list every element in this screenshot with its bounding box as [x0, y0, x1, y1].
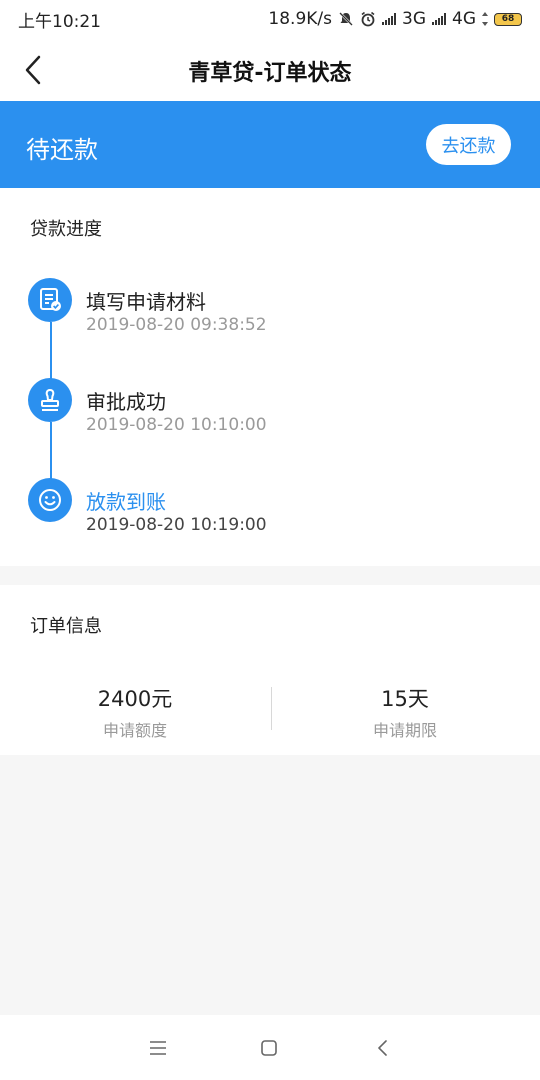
chevron-left-icon: [378, 1040, 387, 1056]
data-arrows-icon: [482, 12, 488, 26]
home-button[interactable]: [256, 1035, 282, 1061]
repay-button[interactable]: 去还款: [426, 124, 511, 165]
amount-label: 申请额度: [102, 721, 167, 740]
step-name-current: 放款到账: [86, 490, 166, 514]
step-icon-disburse: [28, 478, 72, 522]
timeline-connector: [50, 322, 52, 380]
smiley-icon: [39, 489, 61, 511]
system-nav-bar: [0, 1015, 540, 1080]
step-name: 审批成功: [86, 390, 166, 414]
menu-icon: [150, 1041, 166, 1055]
term-label: 申请期限: [372, 721, 437, 740]
order-info-title: 订单信息: [30, 616, 102, 637]
signal-icon: [432, 13, 446, 25]
step-icon-apply: [28, 278, 72, 322]
page-title: 青草贷-订单状态: [188, 61, 352, 86]
loan-progress-card: [0, 188, 540, 566]
status-bar: 上午10:21 18.9K/s 3G 4G 68: [0, 0, 540, 38]
timeline-connector: [50, 422, 52, 480]
term-value: 15天: [381, 687, 429, 711]
sim1-network: 3G: [402, 9, 426, 29]
step-time: 2019-08-20 10:10:00: [86, 415, 267, 435]
sim2-network: 4G: [452, 9, 476, 29]
system-back-button[interactable]: [370, 1035, 396, 1061]
step-name: 填写申请材料: [86, 290, 206, 314]
step-time-current: 2019-08-20 10:19:00: [86, 515, 267, 535]
menu-button[interactable]: [145, 1035, 171, 1061]
mute-icon: [339, 12, 353, 26]
term-column: 15天 申请期限: [270, 683, 540, 741]
status-time: 上午10:21: [18, 11, 101, 32]
battery-icon: 68: [494, 12, 522, 26]
square-icon: [261, 1040, 277, 1056]
status-indicators: 18.9K/s 3G 4G 68: [268, 9, 522, 29]
signal-icon: [382, 13, 396, 25]
order-status: 待还款: [26, 136, 98, 164]
document-check-icon: [40, 288, 61, 311]
amount-column: 2400元 申请额度: [0, 683, 270, 741]
progress-title: 贷款进度: [30, 219, 102, 240]
stamp-icon: [41, 388, 59, 411]
net-speed: 18.9K/s: [268, 9, 332, 29]
step-icon-approve: [28, 378, 72, 422]
alarm-icon: [361, 11, 375, 27]
amount-value: 2400元: [97, 687, 173, 711]
nav-bar: 青草贷-订单状态: [0, 38, 540, 101]
step-time: 2019-08-20 09:38:52: [86, 315, 267, 335]
